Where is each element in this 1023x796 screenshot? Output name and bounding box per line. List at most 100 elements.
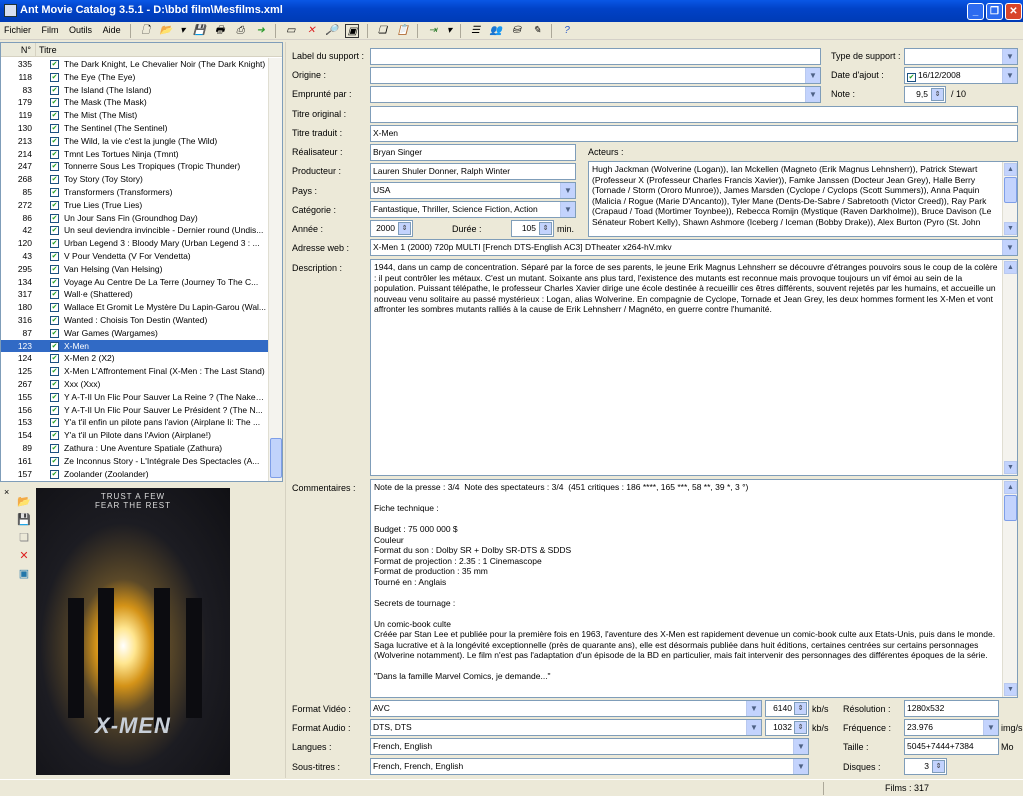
list-item[interactable]: 43 ✔ V Pour Vendetta (V For Vendetta) (1, 250, 268, 263)
list-item[interactable]: 295 ✔ Van Helsing (Van Helsing) (1, 263, 268, 276)
list-item-checkbox[interactable]: ✔ (50, 200, 59, 210)
chevron-down-icon[interactable]: ▼ (793, 759, 808, 774)
list-item-checkbox[interactable]: ✔ (50, 456, 59, 466)
annee-spinner-icon[interactable]: ⇕ (398, 222, 411, 235)
list-item-checkbox[interactable]: ✔ (50, 239, 59, 249)
scroll-thumb[interactable] (1004, 495, 1017, 521)
copy-picture-icon[interactable]: ❏ (17, 531, 31, 545)
audio-bitrate-field[interactable]: 1032 ⇕ (765, 719, 809, 736)
titre-original-field[interactable] (370, 106, 1018, 123)
adresse-select[interactable]: X-Men 1 (2000) 720p MULTI [French DTS-En… (370, 239, 1018, 256)
title-bar[interactable]: Ant Movie Catalog 3.5.1 - D:\bbd film\Me… (0, 0, 1023, 22)
list-item[interactable]: 134 ✔ Voyage Au Centre De La Terre (Journe… (1, 276, 268, 289)
paste-icon[interactable]: 📋 (396, 24, 410, 38)
duree-spinner-icon[interactable]: ⇕ (539, 222, 552, 235)
date-checkbox[interactable]: ✔ (907, 73, 916, 82)
list-item-checkbox[interactable]: ✔ (50, 418, 59, 428)
categorie-select[interactable]: Fantastique, Thriller, Science Fiction, … (370, 201, 576, 218)
list-item[interactable]: 124 ✔ X-Men 2 (X2) (1, 352, 268, 365)
list-item[interactable]: 156 ✔ Y A-T-Il Un Flic Pour Sauver Le Prés… (1, 404, 268, 417)
resolution-field[interactable]: 1280x532 (904, 700, 999, 717)
picture-info-icon[interactable]: ▣ (17, 567, 31, 581)
list-item-checkbox[interactable]: ✔ (50, 316, 59, 325)
acteurs-scrollbar[interactable]: ▲ ▼ (1002, 162, 1017, 236)
list-item[interactable]: 179 ✔ The Mask (The Mask) (1, 96, 268, 109)
list-item[interactable]: 125 ✔ X-Men L'Affrontement Final (X-Men : … (1, 365, 268, 378)
emprunte-select[interactable]: ▼ (370, 86, 821, 103)
menu-fichier[interactable]: Fichier (0, 22, 35, 35)
note-field[interactable]: 9,5 ⇕ (904, 86, 946, 103)
soustitres-select[interactable]: French, French, English ▼ (370, 758, 809, 775)
close-button[interactable]: ✕ (1005, 3, 1022, 20)
script-icon[interactable]: ✎ (530, 24, 544, 38)
origine-select[interactable]: ▼ (370, 67, 821, 84)
save-picture-icon[interactable]: 💾 (17, 513, 31, 527)
list-item[interactable]: 123 ✔ X-Men (1, 339, 268, 353)
type-support-select[interactable]: ▼ (904, 48, 1018, 65)
list-item-checkbox[interactable]: ✔ (50, 60, 59, 69)
list-item[interactable]: 157 ✔ Zoolander (Zoolander) (1, 468, 268, 481)
list-item[interactable]: 120 ✔ Urban Legend 3 : Bloody Mary (Urban … (1, 237, 268, 250)
frequence-select[interactable]: 23.976 ▼ (904, 719, 999, 736)
list-item[interactable]: 85 ✔ Transformers (Transformers) (1, 186, 268, 199)
producteur-field[interactable]: Lauren Shuler Donner, Ralph Winter (370, 163, 576, 180)
scroll-thumb[interactable] (270, 438, 282, 478)
list-item-checkbox[interactable]: ✔ (50, 264, 59, 274)
list-item[interactable]: 213 ✔ The Wild, la vie c'est la jungle (Th… (1, 135, 268, 148)
disques-field[interactable]: 3 ⇕ (904, 758, 947, 775)
langues-select[interactable]: French, English ▼ (370, 738, 809, 755)
column-title-header[interactable]: Titre (39, 43, 57, 57)
list-item-checkbox[interactable]: ✔ (50, 213, 59, 223)
titre-traduit-field[interactable]: X-Men (370, 125, 1018, 142)
list-item-checkbox[interactable]: ✔ (50, 188, 59, 197)
delete-picture-icon[interactable]: ✕ (17, 549, 31, 563)
list-item[interactable]: 247 ✔ Tonnerre Sous Les Tropiques (Tropic … (1, 160, 268, 173)
list-item[interactable]: 316 ✔ Wanted : Choisis Ton Destin (Wanted) (1, 314, 268, 327)
video-bitrate-field[interactable]: 6140 ⇕ (765, 700, 809, 717)
new-file-icon[interactable]: 🗋 (139, 24, 153, 38)
format-video-select[interactable]: AVC ▼ (370, 700, 762, 717)
list-item[interactable]: 267 ✔ Xxx (Xxx) (1, 378, 268, 391)
scroll-down-icon[interactable]: ▼ (1004, 222, 1017, 235)
import-icon[interactable]: ⇥ (426, 24, 440, 38)
add-movie-icon[interactable]: ▭ (284, 24, 298, 38)
close-picture-icon[interactable]: × (4, 487, 9, 497)
list-item-checkbox[interactable]: ✔ (50, 444, 59, 453)
list-item-checkbox[interactable]: ✔ (50, 367, 59, 377)
list-item-checkbox[interactable]: ✔ (50, 380, 59, 389)
list-item[interactable]: 155 ✔ Y A-T-Il Un Flic Pour Sauver La Rein… (1, 391, 268, 404)
chevron-down-icon[interactable]: ▼ (560, 202, 575, 217)
note-spinner-icon[interactable]: ⇕ (931, 88, 944, 101)
menu-aide[interactable]: Aide (99, 22, 125, 35)
print-icon[interactable]: 🖶 (213, 24, 227, 38)
scroll-down-icon[interactable]: ▼ (1004, 683, 1017, 696)
list-item[interactable]: 87 ✔ War Games (Wargames) (1, 327, 268, 340)
list-item[interactable]: 130 ✔ The Sentinel (The Sentinel) (1, 122, 268, 135)
list-item[interactable]: 161 ✔ Ze Inconnus Story - L'Intégrale Des … (1, 455, 268, 468)
list-item[interactable]: 153 ✔ Y'a t'il enfin un pilote pans l'avio… (1, 416, 268, 429)
description-field[interactable]: 1944, dans un camp de concentration. Sép… (370, 259, 1018, 476)
duree-field[interactable]: 105 ⇕ (511, 220, 554, 237)
list-item-checkbox[interactable]: ✔ (50, 354, 59, 364)
commentaires-field[interactable]: Note de la presse : 3/4 Note des spectat… (370, 479, 1018, 698)
dropdown-arrow-icon[interactable]: ▾ (446, 24, 452, 38)
copy-icon[interactable]: ❏ (375, 24, 389, 38)
list-item[interactable]: 154 ✔ Y'a t'il un Pilote dans l'Avion (Air… (1, 429, 268, 442)
list-item-checkbox[interactable]: ✔ (50, 72, 59, 82)
list-item[interactable]: 118 ✔ The Eye (The Eye) (1, 71, 268, 84)
help-icon[interactable]: ? (560, 24, 574, 38)
list-item-checkbox[interactable]: ✔ (50, 98, 59, 108)
list-item-checkbox[interactable]: ✔ (50, 290, 59, 300)
realisateur-field[interactable]: Bryan Singer (370, 144, 576, 161)
list-item[interactable]: 119 ✔ The Mist (The Mist) (1, 109, 268, 122)
scroll-down-icon[interactable]: ▼ (1004, 461, 1017, 474)
chevron-down-icon[interactable]: ▼ (805, 87, 820, 102)
list-item-checkbox[interactable]: ✔ (50, 341, 59, 351)
label-support-field[interactable] (370, 48, 821, 65)
list-item[interactable]: 89 ✔ Zathura : Une Aventure Spatiale (Zath… (1, 442, 268, 455)
chevron-down-icon[interactable]: ▼ (560, 183, 575, 198)
list-item-checkbox[interactable]: ✔ (50, 277, 59, 287)
acteurs-field[interactable]: Hugh Jackman (Wolverine (Logan)), Ian Mc… (588, 161, 1018, 237)
list-item[interactable]: 268 ✔ Toy Story (Toy Story) (1, 173, 268, 186)
scroll-up-icon[interactable]: ▲ (1004, 163, 1017, 176)
